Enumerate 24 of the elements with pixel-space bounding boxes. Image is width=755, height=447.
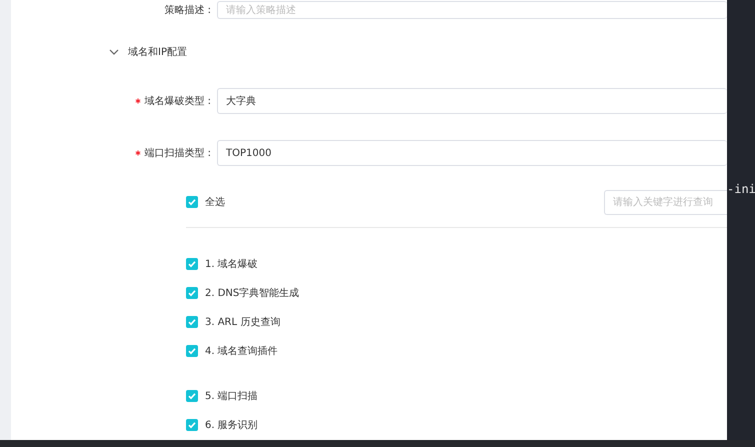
checkbox-label: 1. 域名爆破 [205,258,258,270]
checkbox[interactable] [186,390,198,402]
checkbox-label: 全选 [205,196,225,209]
checkbox[interactable] [186,196,198,208]
field-label: 策略描述 : [163,4,212,17]
checkbox-label: 2. DNS字典智能生成 [205,286,300,300]
chevron-down-icon[interactable] [109,49,119,55]
checkbox-label: 4. 域名查询插件 [205,344,278,358]
checkbox[interactable] [186,286,198,298]
checkbox[interactable] [186,258,198,270]
select-field[interactable]: TOP1000 [217,140,727,166]
checkbox[interactable] [186,418,198,430]
checkbox-label: 3. ARL 历史查询 [205,316,280,328]
checkbox[interactable] [186,344,198,356]
checkbox-label: 5. 端口扫描 [205,390,258,402]
select-field[interactable]: 大字典 [217,88,727,114]
field-label: 域名爆破类型 : [144,94,211,108]
checkbox-label: 6. 服务识别 [205,418,258,432]
search-field[interactable]: 请输入关键字进行查询 [604,190,727,214]
description-field[interactable]: 请输入策略描述 [217,1,727,19]
terminal-text: -ini [727,182,755,196]
section-title: 域名和IP配置 [128,46,187,59]
field-label: 端口扫描类型 : [144,146,211,160]
checkbox[interactable] [186,316,198,328]
